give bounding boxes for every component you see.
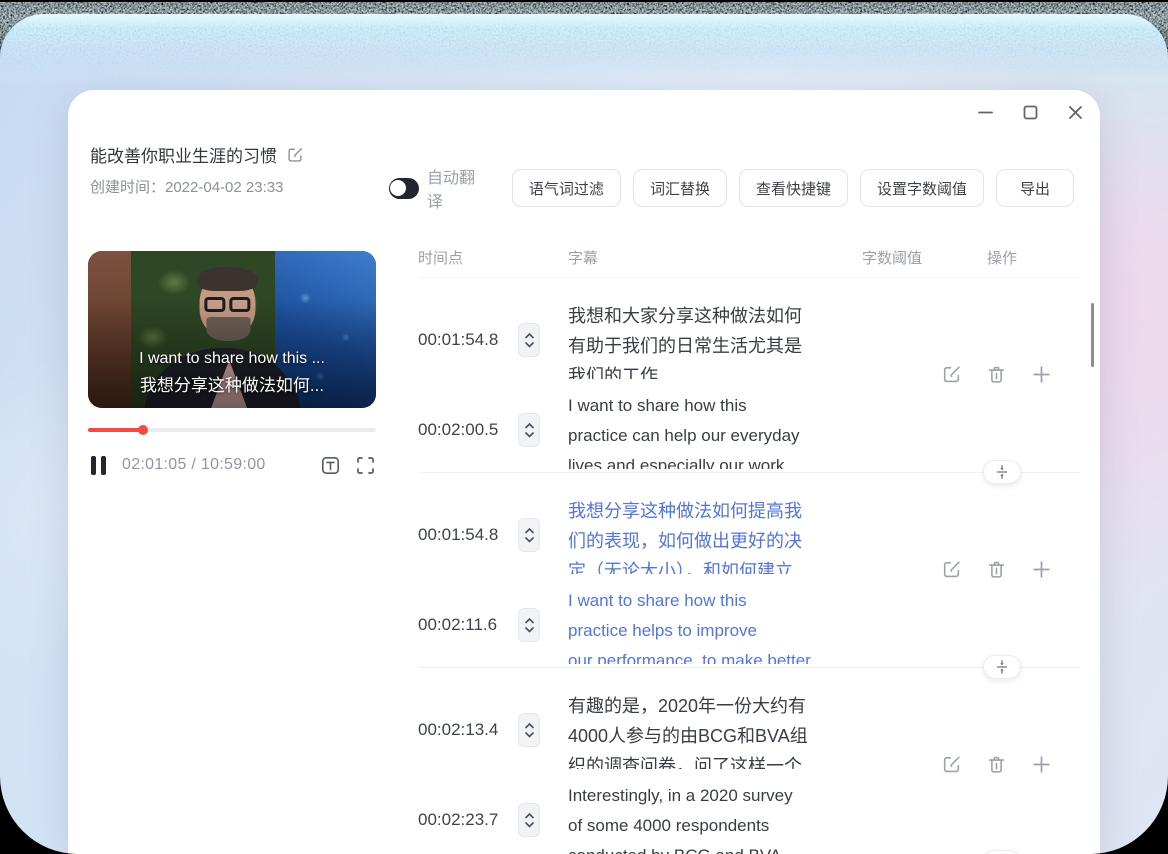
timestamp-stepper[interactable]	[518, 608, 540, 642]
video-preview[interactable]: I want to share how this ... 我想分享这种做法如何.…	[88, 251, 376, 408]
row-actions	[941, 754, 1052, 775]
edit-icon[interactable]	[941, 559, 962, 580]
timestamp-stepper[interactable]	[518, 323, 540, 357]
export-button[interactable]: 导出	[996, 169, 1074, 207]
set-char-threshold-button[interactable]: 设置字数阈值	[860, 169, 984, 207]
close-button[interactable]	[1066, 103, 1084, 121]
col-char-threshold: 字数阈值	[862, 247, 922, 268]
subtitle-text[interactable]: 我想和大家分享这种做法如何有助于我们的日常生活尤其是我们的工作	[568, 301, 850, 379]
minimize-button[interactable]	[976, 103, 994, 121]
playback-time: 02:01:05 / 10:59:00	[122, 456, 266, 474]
timestamp: 00:02:23.7	[418, 810, 518, 830]
subtitle-entry-en: 00:02:00.5 I want to share how thispract…	[418, 391, 1080, 469]
word-replace-button[interactable]: 词汇替换	[633, 169, 727, 207]
timestamp: 00:01:54.8	[418, 330, 518, 350]
filler-word-filter-button[interactable]: 语气词过滤	[512, 169, 621, 207]
maximize-button[interactable]	[1021, 103, 1039, 121]
timestamp-stepper[interactable]	[518, 413, 540, 447]
stepper-up-icon	[525, 618, 534, 624]
player-controls: 02:01:05 / 10:59:00	[88, 453, 376, 477]
video-subtitle-cn: 我想分享这种做法如何...	[88, 371, 376, 396]
desktop-wallpaper: 能改善你职业生涯的习惯 创建时间：2022-04-02 23:33 自动翻译 语…	[0, 14, 1168, 854]
subtitle-text[interactable]: I want to share how thispractice can hel…	[568, 391, 850, 469]
app-window: 能改善你职业生涯的习惯 创建时间：2022-04-02 23:33 自动翻译 语…	[68, 90, 1100, 854]
subtitle-text[interactable]: Interestingly, in a 2020 surveyof some 4…	[568, 781, 850, 854]
timestamp: 00:02:13.4	[418, 720, 518, 740]
pause-button[interactable]	[91, 456, 106, 475]
toggle-knob	[390, 180, 406, 196]
page-title: 能改善你职业生涯的习惯	[90, 142, 277, 167]
stepper-down-icon	[525, 627, 534, 633]
col-subtitle: 字幕	[568, 247, 598, 268]
stepper-down-icon	[525, 732, 534, 738]
delete-icon[interactable]	[986, 559, 1007, 580]
row-actions	[941, 364, 1052, 385]
subtitle-mode-icon[interactable]	[320, 455, 341, 476]
stepper-down-icon	[525, 537, 534, 543]
window-controls	[976, 103, 1084, 121]
stepper-up-icon	[525, 813, 534, 819]
stepper-up-icon	[525, 723, 534, 729]
merge-icon	[996, 660, 1008, 674]
created-time-label: 创建时间：2022-04-02 23:33	[90, 176, 304, 197]
delete-icon[interactable]	[986, 364, 1007, 385]
auto-translate-toggle[interactable]	[389, 178, 419, 199]
seek-fill	[88, 428, 143, 432]
stepper-down-icon	[525, 342, 534, 348]
stepper-up-icon	[525, 423, 534, 429]
screenshot-root: 能改善你职业生涯的习惯 创建时间：2022-04-02 23:33 自动翻译 语…	[0, 0, 1168, 854]
timestamp: 00:01:54.8	[418, 525, 518, 545]
subtitle-table: 时间点 字幕 字数阈值 操作 00:01:54.8 我想和大家分享这种做	[418, 238, 1080, 854]
merge-subtitles-button[interactable]	[983, 460, 1021, 484]
seek-bar[interactable]	[88, 425, 376, 435]
timestamp-stepper[interactable]	[518, 803, 540, 837]
table-header: 时间点 字幕 字数阈值 操作	[418, 238, 1080, 278]
edit-icon[interactable]	[941, 754, 962, 775]
stepper-down-icon	[525, 822, 534, 828]
subtitle-text[interactable]: I want to share how thispractice helps t…	[568, 586, 850, 664]
edit-title-icon[interactable]	[286, 146, 304, 164]
iridescent-top-glow	[0, 14, 1168, 78]
merge-icon	[996, 465, 1008, 479]
stepper-up-icon	[525, 528, 534, 534]
stepper-up-icon	[525, 333, 534, 339]
merge-subtitles-button[interactable]	[983, 655, 1021, 679]
add-icon[interactable]	[1031, 559, 1052, 580]
seek-knob[interactable]	[138, 425, 148, 435]
subtitle-text[interactable]: 有趣的是，2020年一份大约有4000人参与的由BCG和BVA组织的调查问卷，问…	[568, 691, 850, 769]
edit-icon[interactable]	[941, 364, 962, 385]
add-icon[interactable]	[1031, 364, 1052, 385]
timestamp: 00:02:11.6	[418, 615, 518, 635]
subtitle-entry-en: 00:02:11.6 I want to share how thispract…	[418, 586, 1080, 664]
timestamp-stepper[interactable]	[518, 713, 540, 747]
subtitle-entry-en: 00:02:23.7 Interestingly, in a 2020 surv…	[418, 781, 1080, 854]
col-timestamp: 时间点	[418, 247, 463, 268]
subtitle-group: 00:01:54.8 我想分享这种做法如何提高我们的表现，如何做出更好的决定（无…	[418, 473, 1080, 668]
view-shortcuts-button[interactable]: 查看快捷键	[739, 169, 848, 207]
timestamp-stepper[interactable]	[518, 518, 540, 552]
toolbar: 自动翻译 语气词过滤 词汇替换 查看快捷键 设置字数阈值 导出	[389, 169, 1074, 207]
video-subtitle-en: I want to share how this ...	[88, 350, 376, 368]
subtitle-group: 00:02:13.4 有趣的是，2020年一份大约有4000人参与的由BCG和B…	[418, 668, 1080, 854]
add-icon[interactable]	[1031, 754, 1052, 775]
document-header: 能改善你职业生涯的习惯 创建时间：2022-04-02 23:33	[90, 142, 304, 197]
col-actions: 操作	[987, 247, 1017, 268]
timestamp: 00:02:00.5	[418, 420, 518, 440]
subtitle-group: 00:01:54.8 我想和大家分享这种做法如何有助于我们的日常生活尤其是我们的…	[418, 278, 1080, 473]
delete-icon[interactable]	[986, 754, 1007, 775]
video-player: I want to share how this ... 我想分享这种做法如何.…	[88, 251, 376, 477]
fullscreen-icon[interactable]	[355, 455, 376, 476]
auto-translate-label: 自动翻译	[427, 164, 479, 212]
row-actions	[941, 559, 1052, 580]
stepper-down-icon	[525, 432, 534, 438]
subtitle-text[interactable]: 我想分享这种做法如何提高我们的表现，如何做出更好的决定（无论大小），和如何建立	[568, 496, 850, 574]
scrollbar-thumb[interactable]	[1091, 303, 1094, 367]
